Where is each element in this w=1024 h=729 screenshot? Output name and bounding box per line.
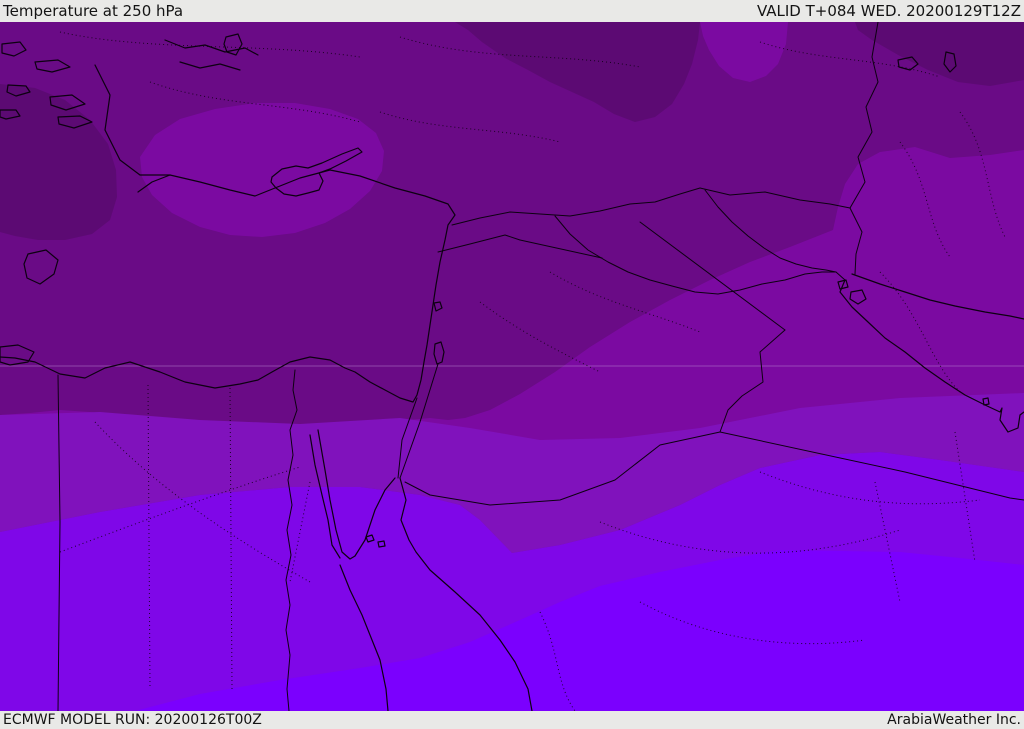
footer-bar: ECMWF MODEL RUN: 20200126T00Z ArabiaWeat… — [0, 711, 1024, 729]
header-bar: Temperature at 250 hPa VALID T+084 WED. … — [0, 0, 1024, 22]
map-canvas — [0, 22, 1024, 711]
credit-label: ArabiaWeather Inc. — [887, 712, 1021, 728]
weather-map-window: { "header": { "title": "Temperature at 2… — [0, 0, 1024, 729]
model-run-label: ECMWF MODEL RUN: 20200126T00Z — [3, 712, 262, 728]
temperature-map-svg — [0, 22, 1024, 711]
map-title: Temperature at 250 hPa — [3, 1, 184, 20]
valid-time-label: VALID T+084 WED. 20200129T12Z — [756, 1, 1021, 20]
